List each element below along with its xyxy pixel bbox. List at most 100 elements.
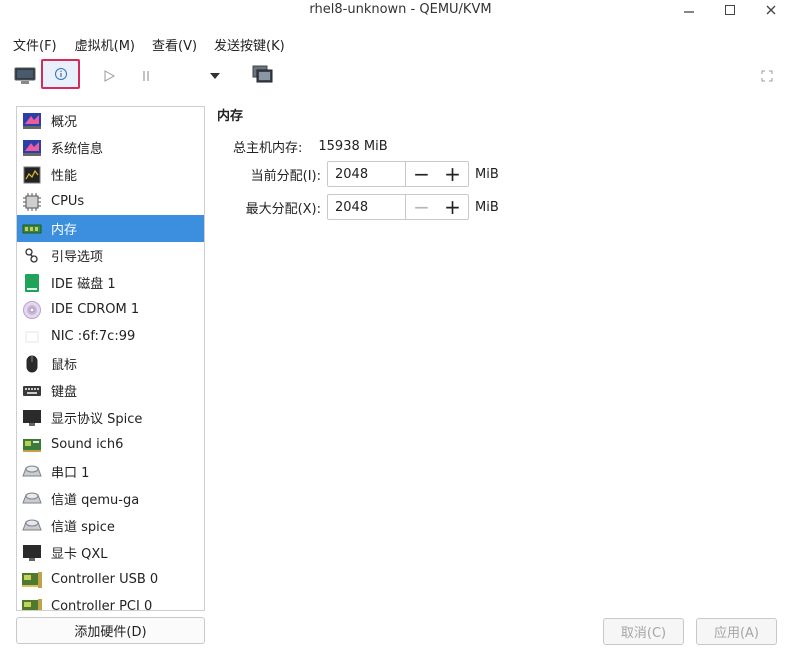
- sidebar-item-label: 内存: [51, 223, 78, 238]
- sidebar-item-channel-qemu-ga[interactable]: 信道 qemu-ga: [17, 485, 204, 512]
- system-info-icon: [21, 138, 43, 158]
- apply-button[interactable]: 应用(A): [696, 618, 777, 645]
- console-button[interactable]: [13, 66, 37, 86]
- sidebar-item-label: 信道 qemu-ga: [51, 493, 140, 508]
- current-decrement-button[interactable]: −: [406, 162, 437, 186]
- sidebar-item-label: 串口 1: [51, 466, 90, 481]
- close-icon: [766, 5, 776, 15]
- sidebar-item-controller-pci[interactable]: Controller PCI 0: [17, 593, 204, 611]
- channel-icon: [21, 516, 43, 536]
- sidebar-item-system-info[interactable]: 系统信息: [17, 134, 204, 161]
- sidebar-item-label: Sound ich6: [51, 437, 124, 452]
- disk-icon: [21, 273, 43, 293]
- menu-file[interactable]: 文件(F): [0, 33, 65, 55]
- nic-icon: [21, 327, 43, 347]
- sidebar-item-label: CPUs: [51, 194, 85, 209]
- sidebar-item-label: 显示协议 Spice: [51, 412, 143, 427]
- sidebar-item-ide-disk[interactable]: IDE 磁盘 1: [17, 269, 204, 296]
- sidebar-item-keyboard[interactable]: 键盘: [17, 377, 204, 404]
- max-allocation-row: 最大分配(X): 2048 − + MiB: [233, 193, 499, 221]
- maximize-icon: [725, 5, 735, 15]
- pause-icon: [143, 71, 149, 81]
- run-button[interactable]: [99, 66, 119, 86]
- sidebar-item-label: 信道 spice: [51, 520, 115, 535]
- close-button[interactable]: [759, 0, 783, 20]
- sidebar-item-controller-usb[interactable]: Controller USB 0: [17, 566, 204, 593]
- add-hardware-button[interactable]: 添加硬件(D): [16, 617, 205, 644]
- sidebar-item-boot-options[interactable]: 引导选项: [17, 242, 204, 269]
- cdrom-icon: [21, 300, 43, 320]
- overview-icon: [21, 111, 43, 131]
- current-allocation-input[interactable]: 2048: [328, 162, 406, 186]
- sidebar-item-channel-spice[interactable]: 信道 spice: [17, 512, 204, 539]
- info-icon: [54, 68, 67, 80]
- sidebar-item-label: 系统信息: [51, 142, 104, 157]
- sidebar-item-memory[interactable]: 内存: [17, 215, 204, 242]
- fullscreen-icon: [761, 70, 773, 82]
- current-allocation-stepper: 2048 − +: [327, 161, 469, 187]
- sidebar-item-label: 显卡 QXL: [51, 547, 108, 562]
- sidebar-item-label: 引导选项: [51, 250, 104, 265]
- controller-icon: [21, 597, 43, 610]
- menu-send-key[interactable]: 发送按键(K): [206, 33, 293, 55]
- max-increment-button[interactable]: +: [437, 195, 468, 219]
- max-decrement-button[interactable]: −: [406, 195, 437, 219]
- max-allocation-label: 最大分配(X):: [245, 201, 321, 217]
- total-memory-label: 总主机内存:: [233, 140, 303, 156]
- menu-vm[interactable]: 虚拟机(M): [66, 33, 143, 55]
- menu-view[interactable]: 查看(V): [144, 33, 205, 55]
- sidebar-item-video-qxl[interactable]: 显卡 QXL: [17, 539, 204, 566]
- title-bar: rhel8-unknown - QEMU/KVM: [0, 0, 801, 22]
- sidebar-item-label: NIC :6f:7c:99: [51, 329, 136, 344]
- performance-icon: [21, 165, 43, 185]
- sidebar-item-label: 鼠标: [51, 358, 78, 373]
- sidebar-item-ide-cdrom[interactable]: IDE CDROM 1: [17, 296, 204, 323]
- current-allocation-row: 当前分配(I): 2048 − + MiB: [233, 160, 499, 188]
- current-allocation-unit: MiB: [475, 166, 499, 182]
- max-allocation-stepper: 2048 − +: [327, 194, 469, 220]
- cancel-button[interactable]: 取消(C): [603, 618, 684, 645]
- sidebar-item-serial[interactable]: 串口 1: [17, 458, 204, 485]
- page-title: 内存: [217, 109, 244, 124]
- hardware-list: 概况 系统信息 性能 CPUs 内存 引导选项 IDE 磁盘 1 IDE CDR…: [16, 106, 205, 611]
- minimize-button[interactable]: [677, 0, 701, 20]
- total-memory-row: 总主机内存: 15938 MiB: [233, 132, 388, 160]
- minimize-icon: [684, 11, 694, 13]
- sidebar-item-display-spice[interactable]: 显示协议 Spice: [17, 404, 204, 431]
- sidebar-item-label: Controller USB 0: [51, 572, 159, 587]
- controller-icon: [21, 570, 43, 590]
- current-allocation-label: 当前分配(I):: [250, 168, 321, 184]
- snapshots-button[interactable]: [251, 64, 275, 86]
- current-increment-button[interactable]: +: [437, 162, 468, 186]
- sidebar-item-mouse[interactable]: 鼠标: [17, 350, 204, 377]
- memory-details-panel: 内存 总主机内存: 15938 MiB 当前分配(I): 2048 − + Mi…: [217, 106, 777, 220]
- sidebar-item-cpus[interactable]: CPUs: [17, 188, 204, 215]
- memory-icon: [21, 219, 43, 239]
- sidebar-item-label: 性能: [51, 169, 78, 184]
- play-icon: [104, 70, 115, 82]
- sidebar-item-performance[interactable]: 性能: [17, 161, 204, 188]
- total-memory-value: 15938 MiB: [318, 138, 388, 154]
- display-icon: [21, 408, 43, 428]
- pause-button[interactable]: [136, 66, 156, 86]
- keyboard-icon: [21, 381, 43, 401]
- sidebar-item-label: IDE CDROM 1: [51, 302, 140, 317]
- menu-bar: 文件(F) 虚拟机(M) 查看(V) 发送按键(K): [0, 33, 293, 55]
- toolbar: [0, 58, 801, 92]
- serial-icon: [21, 462, 43, 482]
- sidebar-item-overview[interactable]: 概况: [17, 107, 204, 134]
- fullscreen-button[interactable]: [757, 66, 777, 86]
- max-allocation-unit: MiB: [475, 199, 499, 215]
- sidebar-item-label: IDE 磁盘 1: [51, 277, 116, 292]
- dropdown-arrow-icon: [210, 73, 220, 79]
- details-button[interactable]: [41, 59, 80, 89]
- video-card-icon: [21, 543, 43, 563]
- shutdown-menu-button[interactable]: [205, 66, 225, 86]
- sidebar-item-nic[interactable]: NIC :6f:7c:99: [17, 323, 204, 350]
- sidebar-item-sound[interactable]: Sound ich6: [17, 431, 204, 458]
- monitor-icon: [14, 67, 36, 84]
- maximize-button[interactable]: [718, 0, 742, 20]
- mouse-icon: [21, 354, 43, 374]
- sidebar-item-label: Controller PCI 0: [51, 599, 153, 611]
- max-allocation-input[interactable]: 2048: [328, 195, 406, 219]
